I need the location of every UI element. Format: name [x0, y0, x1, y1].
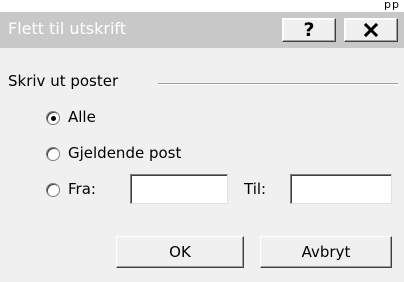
to-input[interactable]	[290, 174, 392, 204]
background-strip: pp	[0, 0, 404, 12]
dialog-title: Flett til utskrift	[8, 19, 127, 38]
ok-button[interactable]: OK	[116, 236, 244, 268]
to-label: Til:	[244, 180, 267, 198]
group-label: Skriv ut poster	[8, 72, 119, 90]
help-icon: ?	[303, 19, 315, 41]
radio-button[interactable]	[46, 111, 60, 125]
cancel-button[interactable]: Avbryt	[260, 236, 392, 268]
background-text: pp	[384, 0, 400, 11]
radio-label: Fra:	[68, 180, 96, 198]
close-button[interactable]	[344, 18, 398, 42]
radio-label: Alle	[68, 108, 96, 126]
from-input[interactable]	[130, 174, 228, 204]
radio-label: Gjeldende post	[68, 144, 182, 162]
radio-button[interactable]	[46, 183, 60, 197]
title-bar[interactable]: Flett til utskrift ?	[0, 12, 404, 48]
help-button[interactable]: ?	[282, 18, 336, 42]
group-divider	[158, 83, 398, 85]
radio-button[interactable]	[46, 147, 60, 161]
merge-print-dialog: pp Flett til utskrift ? Skriv ut poster …	[0, 0, 404, 282]
close-icon	[363, 22, 379, 38]
